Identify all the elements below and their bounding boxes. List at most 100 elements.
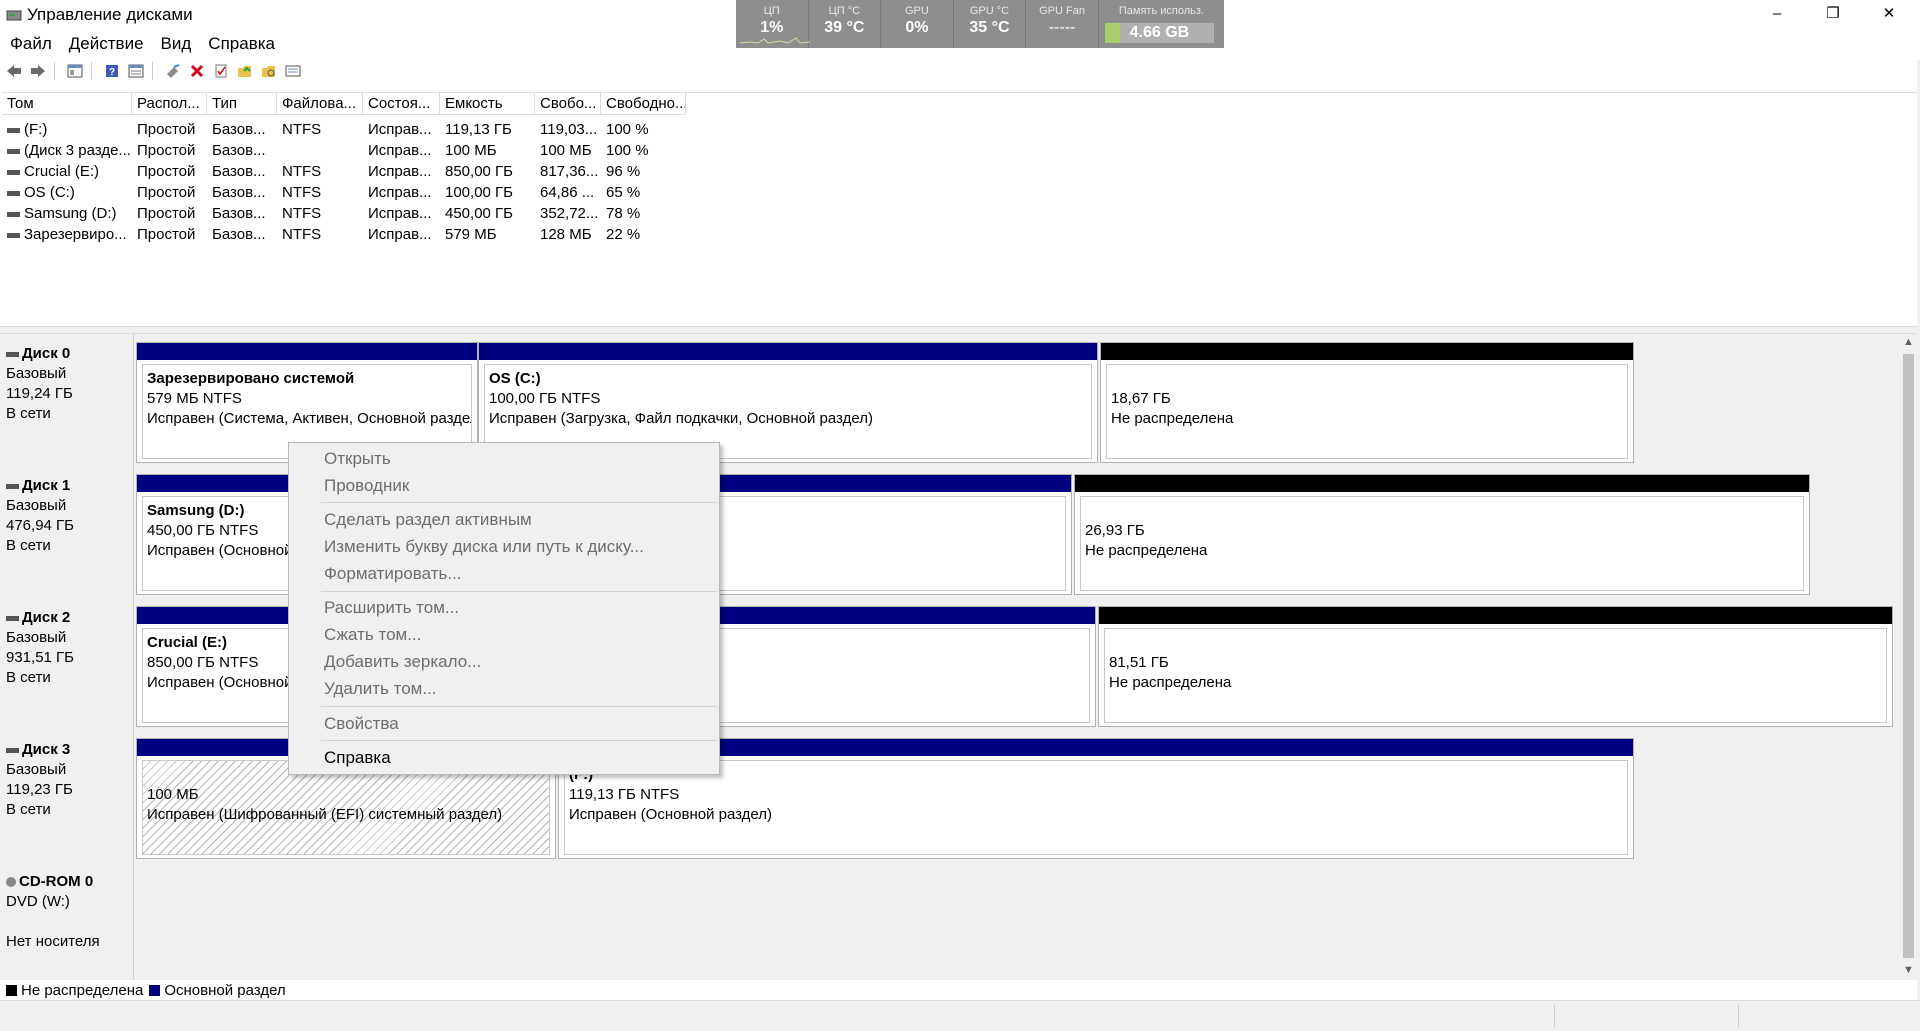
partition-color-bar xyxy=(559,739,1633,756)
cell-volume: Samsung (D:) xyxy=(2,203,132,224)
cell-percent-free: 22 % xyxy=(601,224,686,245)
cell-text: Базов... xyxy=(212,184,266,201)
cell-layout: Простой xyxy=(132,119,207,140)
ctx-add-mirror[interactable]: Добавить зеркало... xyxy=(324,652,481,672)
connect-icon[interactable] xyxy=(163,61,183,81)
cell-text: 96 % xyxy=(606,163,641,180)
console-tree-icon[interactable] xyxy=(65,61,85,81)
column-header-layout[interactable]: Распол... xyxy=(132,93,207,115)
disk-type: Базовый xyxy=(6,365,67,382)
svg-text:?: ? xyxy=(109,67,115,78)
ctx-explore[interactable]: Проводник xyxy=(324,476,409,496)
back-icon[interactable] xyxy=(4,61,24,81)
disk-3-label[interactable]: Диск 3 Базовый 119,23 ГБ В сети xyxy=(6,740,134,858)
cell-free-space: 128 МБ xyxy=(535,224,601,245)
ctx-shrink-volume[interactable]: Сжать том... xyxy=(324,625,421,645)
gpu-temp-value: 35 °C xyxy=(969,19,1010,36)
pane-splitter[interactable] xyxy=(0,326,1920,334)
ctx-format[interactable]: Форматировать... xyxy=(324,564,462,584)
cpu-temp-cell: ЦП °C 39 °C xyxy=(809,0,882,48)
table-row[interactable]: (Диск 3 разде... Простой Базов... Исправ...… xyxy=(2,140,686,161)
cell-filesystem: NTFS xyxy=(277,161,363,182)
gpu-temp-cell: GPU °C 35 °C xyxy=(954,0,1027,48)
cell-text: 579 МБ xyxy=(445,226,497,243)
disk-type: Базовый xyxy=(6,629,67,646)
cell-status: Исправ... xyxy=(363,161,440,182)
cell-text: 100,00 ГБ xyxy=(445,184,514,201)
delete-icon[interactable] xyxy=(187,61,207,81)
cell-filesystem: NTFS xyxy=(277,224,363,245)
table-row[interactable]: Crucial (E:) Простой Базов... NTFS Исправ...… xyxy=(2,161,686,182)
cell-text: Простой xyxy=(137,142,196,159)
scroll-up-arrow-icon[interactable]: ▲ xyxy=(1900,336,1917,348)
column-header-capacity[interactable]: Емкость xyxy=(440,93,535,115)
disk-2-label[interactable]: Диск 2 Базовый 931,51 ГБ В сети xyxy=(6,608,134,726)
disk-size: 119,23 ГБ xyxy=(6,781,73,798)
ctx-mark-active[interactable]: Сделать раздел активным xyxy=(324,510,532,530)
cell-capacity: 119,13 ГБ xyxy=(440,119,535,140)
cell-volume: Зарезервиро... xyxy=(2,224,132,245)
disk-status: В сети xyxy=(6,801,51,818)
disk-name: Диск 0 xyxy=(22,345,71,362)
scroll-down-arrow-icon[interactable]: ▼ xyxy=(1900,964,1917,976)
cell-filesystem: NTFS xyxy=(277,203,363,224)
menu-view[interactable]: Вид xyxy=(151,32,199,56)
partition-size: 18,67 ГБ xyxy=(1111,390,1171,407)
column-header-volume[interactable]: Том xyxy=(2,93,132,115)
close-button[interactable]: ✕ xyxy=(1866,0,1912,30)
help-icon[interactable]: ? xyxy=(102,61,122,81)
table-row[interactable]: OS (C:) Простой Базов... NTFS Исправ... 100,0… xyxy=(2,182,686,203)
disk-1-label[interactable]: Диск 1 Базовый 476,94 ГБ В сети xyxy=(6,476,134,594)
legend-label-unallocated: Не распределена xyxy=(21,982,144,999)
column-header-type[interactable]: Тип xyxy=(207,93,277,115)
list-icon[interactable] xyxy=(283,61,303,81)
cell-free-space: 64,86 ... xyxy=(535,182,601,203)
gpu-fan-value: ----- xyxy=(1048,19,1076,36)
volume-icon xyxy=(7,127,20,133)
ctx-properties[interactable]: Свойства xyxy=(324,714,399,734)
disk-name: CD-ROM 0 xyxy=(19,873,94,890)
cell-layout: Простой xyxy=(132,203,207,224)
table-row[interactable]: Samsung (D:) Простой Базов... NTFS Исправ...… xyxy=(2,203,686,224)
table-row[interactable]: (F:) Простой Базов... NTFS Исправ... 119,13 Г… xyxy=(2,119,686,140)
partition-size: 26,93 ГБ xyxy=(1085,522,1145,539)
cell-type: Базов... xyxy=(207,203,277,224)
menu-file[interactable]: Файл xyxy=(0,32,59,56)
column-header-free-space[interactable]: Свобо... xyxy=(535,93,601,115)
ctx-extend-volume[interactable]: Расширить том... xyxy=(324,598,459,618)
cell-layout: Простой xyxy=(132,161,207,182)
minimize-button[interactable]: – xyxy=(1754,0,1800,30)
partition-color-bar xyxy=(1075,475,1809,492)
menu-action[interactable]: Действие xyxy=(59,32,151,56)
disk-status: В сети xyxy=(6,405,51,422)
cell-layout: Простой xyxy=(132,182,207,203)
partition-unallocated-disk2[interactable]: 81,51 ГБ Не распределена xyxy=(1098,606,1893,727)
ctx-change-drive-letter[interactable]: Изменить букву диска или путь к диску... xyxy=(324,537,644,557)
cell-status: Исправ... xyxy=(363,224,440,245)
column-header-percent-free[interactable]: Свободно... xyxy=(601,93,686,115)
forward-icon[interactable] xyxy=(28,61,48,81)
maximize-button[interactable]: ❐ xyxy=(1810,0,1856,30)
ctx-delete-volume[interactable]: Удалить том... xyxy=(324,679,437,699)
partition-unallocated-disk1[interactable]: 26,93 ГБ Не распределена xyxy=(1074,474,1810,595)
column-header-status[interactable]: Состоя... xyxy=(363,93,440,115)
check-icon[interactable] xyxy=(211,61,231,81)
hardware-monitor-overlay: ЦП 1% ЦП °C 39 °C GPU 0% GPU °C 35 °C GP… xyxy=(736,0,1224,48)
ctx-help[interactable]: Справка xyxy=(324,748,391,768)
disk-0-label[interactable]: Диск 0 Базовый 119,24 ГБ В сети xyxy=(6,344,134,462)
column-header-filesystem[interactable]: Файлова... xyxy=(277,93,363,115)
new-folder-icon[interactable] xyxy=(235,61,255,81)
table-row[interactable]: Зарезервиро... Простой Базов... NTFS Исправ.… xyxy=(2,224,686,245)
cdrom-0-label[interactable]: CD-ROM 0 DVD (W:) Нет носителя xyxy=(6,872,134,972)
properties-icon[interactable] xyxy=(126,61,146,81)
cell-type: Базов... xyxy=(207,161,277,182)
disk-map-scrollbar[interactable]: ▲ ▼ xyxy=(1900,334,1917,980)
partition-unallocated-disk0[interactable]: 18,67 ГБ Не распределена xyxy=(1100,342,1634,463)
cell-text: Простой xyxy=(137,184,196,201)
ctx-open[interactable]: Открыть xyxy=(324,449,391,469)
scrollbar-thumb[interactable] xyxy=(1903,354,1914,958)
explore-icon[interactable] xyxy=(259,61,279,81)
cell-percent-free: 96 % xyxy=(601,161,686,182)
menu-help[interactable]: Справка xyxy=(198,32,282,56)
partition-info: 81,51 ГБ Не распределена xyxy=(1104,628,1887,723)
